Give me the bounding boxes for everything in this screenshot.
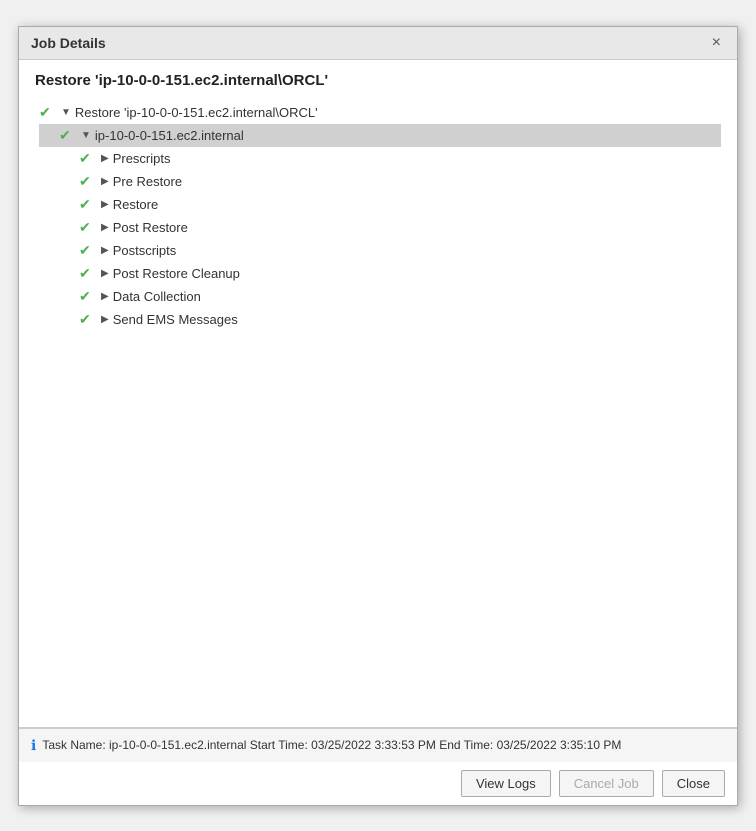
- check-icon: ✔: [59, 127, 75, 144]
- info-icon: ℹ: [31, 737, 36, 754]
- tree-label: Pre Restore: [113, 174, 182, 189]
- check-icon: ✔: [79, 242, 95, 259]
- expand-icon[interactable]: ▶: [101, 314, 109, 325]
- tree-label: Restore 'ip-10-0-0-151.ec2.internal\ORCL…: [75, 105, 318, 120]
- tree-label: Post Restore: [113, 220, 188, 235]
- expand-icon[interactable]: ▶: [101, 245, 109, 256]
- view-logs-button[interactable]: View Logs: [461, 770, 551, 797]
- expand-icon[interactable]: ▶: [101, 176, 109, 187]
- tree-item[interactable]: ✔ ▼ ip-10-0-0-151.ec2.internal: [39, 124, 721, 147]
- expand-icon[interactable]: ▶: [101, 268, 109, 279]
- tree-item[interactable]: ✔ ▶ Prescripts: [39, 147, 721, 170]
- tree-item[interactable]: ✔ ▶ Postscripts: [39, 239, 721, 262]
- close-button[interactable]: Close: [662, 770, 725, 797]
- tree-label: Restore: [113, 197, 159, 212]
- cancel-job-button[interactable]: Cancel Job: [559, 770, 654, 797]
- tree-label: ip-10-0-0-151.ec2.internal: [95, 128, 244, 143]
- expand-icon[interactable]: ▶: [101, 153, 109, 164]
- check-icon: ✔: [79, 311, 95, 328]
- tree-item[interactable]: ✔ ▶ Data Collection: [39, 285, 721, 308]
- check-icon: ✔: [79, 173, 95, 190]
- tree-container: ✔ ▼ Restore 'ip-10-0-0-151.ec2.internal\O…: [35, 101, 721, 331]
- dialog-body: Restore 'ip-10-0-0-151.ec2.internal\ORCL…: [19, 60, 737, 728]
- tree-item[interactable]: ✔ ▶ Post Restore Cleanup: [39, 262, 721, 285]
- expand-icon[interactable]: ▶: [101, 291, 109, 302]
- expand-icon[interactable]: ▶: [101, 199, 109, 210]
- check-icon: ✔: [79, 150, 95, 167]
- expand-icon[interactable]: ▼: [81, 130, 91, 141]
- dialog-close-button[interactable]: ×: [708, 35, 725, 51]
- tree-label: Data Collection: [113, 289, 201, 304]
- tree-label: Postscripts: [113, 243, 177, 258]
- page-title: Restore 'ip-10-0-0-151.ec2.internal\ORCL…: [35, 72, 721, 89]
- tree-item[interactable]: ✔ ▶ Restore: [39, 193, 721, 216]
- check-icon: ✔: [79, 196, 95, 213]
- dialog-footer: View Logs Cancel Job Close: [19, 762, 737, 805]
- dialog-title: Job Details: [31, 35, 106, 51]
- status-bar: ℹ Task Name: ip-10-0-0-151.ec2.internal …: [19, 728, 737, 762]
- expand-icon[interactable]: ▶: [101, 222, 109, 233]
- dialog-header: Job Details ×: [19, 27, 737, 60]
- tree-item[interactable]: ✔ ▶ Send EMS Messages: [39, 308, 721, 331]
- tree-item[interactable]: ✔ ▶ Post Restore: [39, 216, 721, 239]
- tree-label: Send EMS Messages: [113, 312, 238, 327]
- check-icon: ✔: [79, 288, 95, 305]
- check-icon: ✔: [79, 219, 95, 236]
- tree-label: Post Restore Cleanup: [113, 266, 240, 281]
- job-details-dialog: Job Details × Restore 'ip-10-0-0-151.ec2…: [18, 26, 738, 806]
- check-icon: ✔: [79, 265, 95, 282]
- tree-item[interactable]: ✔ ▶ Pre Restore: [39, 170, 721, 193]
- expand-icon[interactable]: ▼: [61, 107, 71, 118]
- tree-item[interactable]: ✔ ▼ Restore 'ip-10-0-0-151.ec2.internal\O…: [39, 101, 721, 124]
- check-icon: ✔: [39, 104, 55, 121]
- status-text: Task Name: ip-10-0-0-151.ec2.internal St…: [42, 738, 621, 752]
- tree-label: Prescripts: [113, 151, 171, 166]
